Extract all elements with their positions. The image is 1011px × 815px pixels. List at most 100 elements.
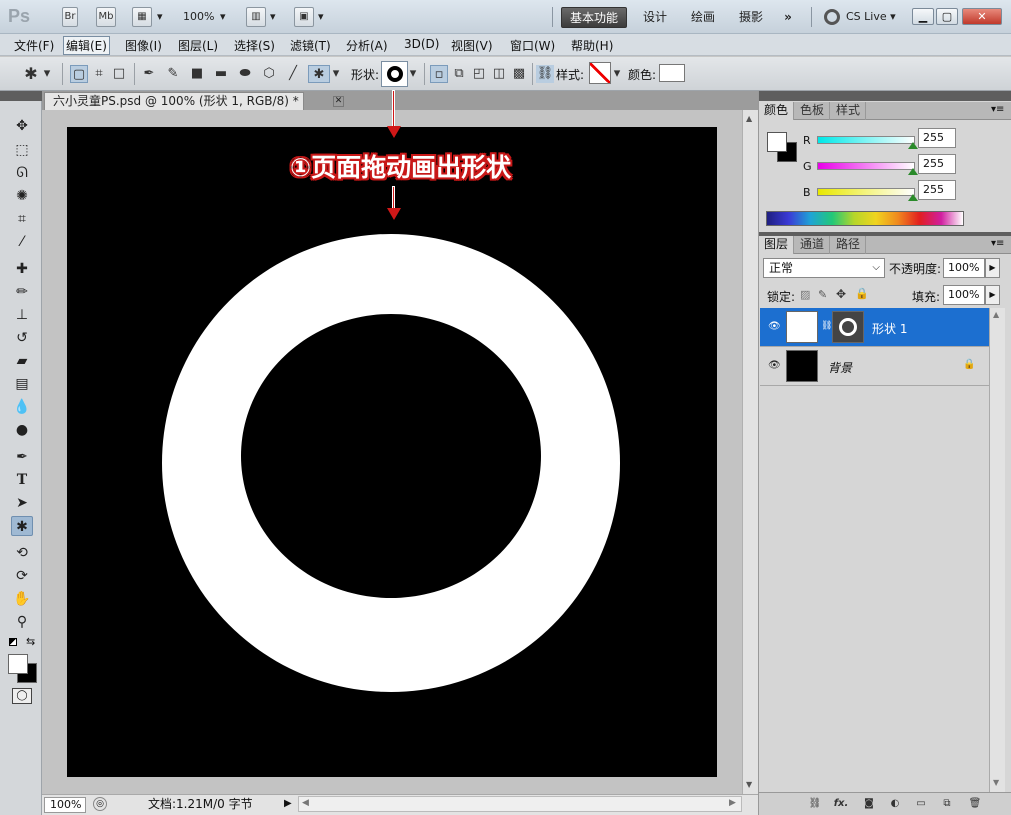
mini-bridge-button[interactable]: Mb (96, 7, 116, 27)
layer-style-fx-icon[interactable]: fx. (833, 797, 849, 811)
close-button[interactable]: ✕ (962, 8, 1002, 25)
eye-icon[interactable]: 👁 (768, 360, 781, 372)
close-icon[interactable]: ✕ (333, 96, 344, 107)
custom-shape-tool-icon[interactable]: ✱ (22, 65, 40, 83)
menu-edit[interactable]: 编辑(E) (63, 36, 110, 55)
r-channel-slider[interactable] (817, 136, 915, 144)
menu-image[interactable]: 图像(I) (123, 37, 164, 54)
clone-stamp-tool-icon[interactable]: ⊥ (11, 305, 33, 325)
add-to-shape-area-button[interactable]: ⧉ (450, 65, 468, 83)
chevron-down-icon[interactable]: ▾ (270, 10, 276, 23)
menu-view[interactable]: 视图(V) (449, 37, 495, 54)
document-tab[interactable]: 六小灵童PS.psd @ 100% (形状 1, RGB/8) * ✕ (44, 92, 344, 110)
screen-mode-button[interactable]: ▣ (294, 7, 314, 27)
zoom-tool-icon[interactable]: ⚲ (11, 612, 33, 632)
zoom-field[interactable]: 100% (44, 797, 86, 813)
lasso-tool-icon[interactable]: ᘏ (11, 163, 33, 183)
lock-all-icon[interactable]: 🔒 (855, 287, 869, 300)
brush-tool-icon[interactable]: ✏ (11, 282, 33, 302)
menu-file[interactable]: 文件(F) (12, 37, 56, 54)
chevron-down-icon[interactable]: ▾ (408, 65, 418, 83)
canvas-vertical-scrollbar[interactable]: ▲ ▼ (742, 110, 758, 794)
menu-help[interactable]: 帮助(H) (569, 37, 615, 54)
workspace-design-button[interactable]: 设计 (640, 7, 670, 28)
chevron-down-icon[interactable]: ▾ (318, 10, 324, 23)
opacity-field[interactable]: 100% (943, 258, 985, 278)
panel-menu-icon[interactable]: ▾≡ (991, 104, 1004, 115)
subtract-shape-area-button[interactable]: ◰ (470, 65, 488, 83)
chevron-down-icon[interactable]: ▾ (331, 65, 341, 83)
paths-mode-button[interactable]: ⌗ (90, 65, 108, 83)
rectangle-tool-icon[interactable]: ■ (188, 65, 206, 83)
menu-window[interactable]: 窗口(W) (508, 37, 557, 54)
quick-mask-icon[interactable]: ◯ (12, 688, 32, 704)
b-value-field[interactable]: 255 (918, 180, 956, 200)
polygon-tool-icon[interactable]: ⬡ (260, 65, 278, 83)
tab-channels[interactable]: 通道 (795, 236, 831, 254)
lock-position-icon[interactable]: ✥ (836, 287, 846, 301)
document-canvas[interactable] (67, 127, 717, 777)
link-icon[interactable]: ⛓ (536, 65, 554, 83)
layer-thumbnail[interactable] (786, 350, 818, 382)
g-channel-slider[interactable] (817, 162, 915, 170)
foreground-color-swatch[interactable] (8, 654, 28, 674)
healing-brush-tool-icon[interactable]: ✚ (11, 259, 33, 279)
ellipse-tool-icon[interactable]: ⬬ (236, 65, 254, 83)
custom-shape-button[interactable]: ✱ (308, 65, 330, 83)
tab-color[interactable]: 颜色 (759, 102, 795, 120)
scroll-left-icon[interactable]: ◀ (302, 798, 309, 808)
link-layers-icon[interactable]: ⛓ (807, 797, 823, 811)
line-tool-icon[interactable]: ╱ (284, 65, 302, 83)
scroll-right-icon[interactable]: ▶ (729, 798, 736, 808)
intersect-shape-areas-button[interactable]: ◫ (490, 65, 508, 83)
custom-shape-tool-icon[interactable]: ✱ (11, 516, 33, 536)
workspace-painting-button[interactable]: 绘画 (688, 7, 718, 28)
chevron-down-icon[interactable]: ▾ (157, 10, 163, 23)
tab-layers[interactable]: 图层 (759, 236, 795, 254)
hand-tool-icon[interactable]: ✋ (11, 589, 33, 609)
status-info-icon[interactable]: ◎ (93, 797, 107, 811)
chevron-down-icon[interactable]: ▾ (42, 65, 52, 83)
b-slider-knob[interactable] (908, 194, 918, 201)
b-channel-slider[interactable] (817, 188, 915, 196)
3d-rotate-tool-icon[interactable]: ⟲ (11, 543, 33, 563)
fill-field[interactable]: 100% (943, 285, 985, 305)
fill-arrow-icon[interactable]: ▶ (985, 285, 1000, 305)
scroll-up-icon[interactable]: ▲ (746, 114, 752, 123)
new-layer-icon[interactable]: ⧉ (939, 797, 955, 811)
menu-layer[interactable]: 图层(L) (176, 37, 220, 54)
rounded-rectangle-tool-icon[interactable]: ▬ (212, 65, 230, 83)
freeform-pen-icon[interactable]: ✎ (164, 65, 182, 83)
r-slider-knob[interactable] (908, 142, 918, 149)
more-workspaces-button[interactable]: » (780, 7, 796, 28)
lock-transparency-icon[interactable]: ▨ (800, 288, 810, 301)
adjustment-layer-icon[interactable]: ◐ (887, 797, 903, 811)
menu-3d[interactable]: 3D(D) (402, 37, 441, 51)
scroll-down-icon[interactable]: ▼ (993, 778, 999, 787)
shape-layers-mode-button[interactable]: ▢ (70, 65, 88, 83)
vector-mask-thumbnail[interactable] (832, 311, 864, 343)
move-tool-icon[interactable]: ✥ (11, 116, 33, 136)
tab-swatches[interactable]: 色板 (795, 102, 831, 120)
r-value-field[interactable]: 255 (918, 128, 956, 148)
eraser-tool-icon[interactable]: ▰ (11, 351, 33, 371)
toolbox-header[interactable] (0, 91, 42, 101)
tab-styles[interactable]: 样式 (831, 102, 867, 120)
arrange-documents-button[interactable]: ▥ (246, 7, 266, 27)
crop-tool-icon[interactable]: ⌗ (11, 209, 33, 229)
opacity-arrow-icon[interactable]: ▶ (985, 258, 1000, 278)
scroll-down-icon[interactable]: ▼ (746, 780, 752, 789)
cs-live-menu[interactable]: CS Live ▾ (846, 10, 896, 23)
canvas-horizontal-scrollbar[interactable]: ◀ ▶ (298, 796, 742, 812)
default-colors-icon[interactable] (9, 638, 17, 646)
minimize-button[interactable]: ▁ (912, 8, 934, 25)
pen-tool-icon[interactable]: ✒ (11, 447, 33, 467)
blend-mode-select[interactable]: 正常 ⌵ (763, 258, 885, 278)
swap-colors-icon[interactable]: ⇆ (26, 635, 35, 648)
history-brush-tool-icon[interactable]: ↺ (11, 328, 33, 348)
marquee-tool-icon[interactable]: ⬚ (11, 140, 33, 160)
g-slider-knob[interactable] (908, 168, 918, 175)
add-mask-icon[interactable]: ◙ (861, 797, 877, 811)
shape-color-swatch[interactable] (659, 64, 685, 82)
view-extras-button[interactable]: ▦ (132, 7, 152, 27)
